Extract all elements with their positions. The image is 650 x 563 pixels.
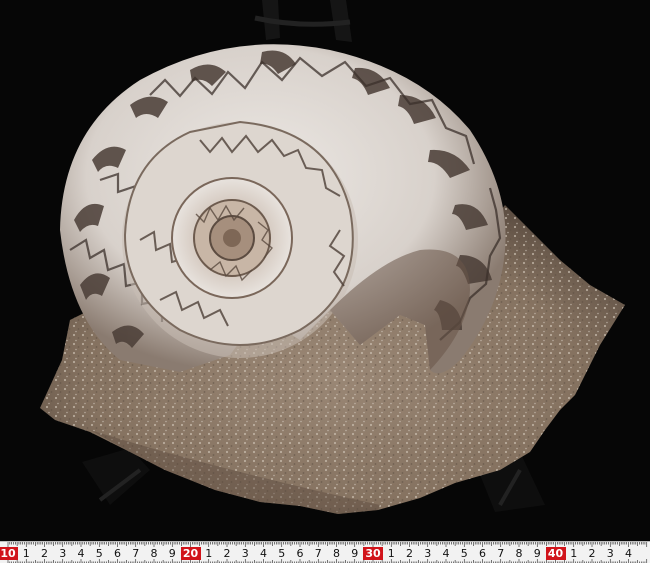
ruler-label: 8 xyxy=(333,547,340,560)
ruler-label: 40 xyxy=(545,547,566,560)
ruler-label: 6 xyxy=(479,547,486,560)
ruler-label: 1 xyxy=(570,547,578,560)
ruler-label: 2 xyxy=(406,547,413,560)
ruler-label: 1 xyxy=(387,547,395,560)
ruler-label: 9 xyxy=(351,547,359,560)
ruler-label: 8 xyxy=(150,547,158,560)
measurement-ruler: 10 1 2 3 4 5 6 7 8 9 20 1 2 3 4 5 6 7 8 9 30 1 2 3 4 5 6 7 8 9 40 1 2 3 4 xyxy=(0,541,650,563)
ammonite-fossil-scene xyxy=(40,0,625,514)
fossil-photo: 10 1 2 3 4 5 6 7 8 9 20 1 2 3 4 5 6 7 8 9 30 1 2 3 4 5 6 7 8 9 40 1 2 3 4 xyxy=(0,0,650,563)
ruler-label: 3 xyxy=(606,547,614,560)
ruler-label: 6 xyxy=(114,547,121,560)
ruler-label: 2 xyxy=(41,547,48,560)
ruler-label: 5 xyxy=(278,547,286,560)
ruler-label: 9 xyxy=(533,547,541,560)
ruler-label: 5 xyxy=(95,547,103,560)
ruler-label: 10 xyxy=(0,547,18,560)
ruler-label: 8 xyxy=(515,547,523,560)
ruler-label: 9 xyxy=(168,547,176,560)
ruler-label: 4 xyxy=(77,547,85,560)
ruler-label: 7 xyxy=(132,547,140,560)
ruler-label: 3 xyxy=(424,547,432,560)
ruler-label: 30 xyxy=(363,547,383,560)
ruler-label: 1 xyxy=(22,547,30,560)
ruler-label: 2 xyxy=(223,547,231,560)
ruler-label: 4 xyxy=(625,547,632,560)
ruler-label: 3 xyxy=(59,547,67,560)
ammonite-shell xyxy=(60,44,506,374)
ruler-label: 4 xyxy=(442,547,450,560)
ruler-label: 3 xyxy=(241,547,249,560)
ruler-label: 6 xyxy=(296,547,304,560)
ruler-label: 4 xyxy=(260,547,267,560)
ruler-label: 7 xyxy=(314,547,322,560)
ruler-label: 2 xyxy=(588,547,596,560)
ruler-label: 20 xyxy=(180,547,201,560)
ruler-label: 7 xyxy=(497,547,505,560)
ruler-label: 5 xyxy=(460,547,468,560)
ruler-label: 1 xyxy=(205,547,213,560)
